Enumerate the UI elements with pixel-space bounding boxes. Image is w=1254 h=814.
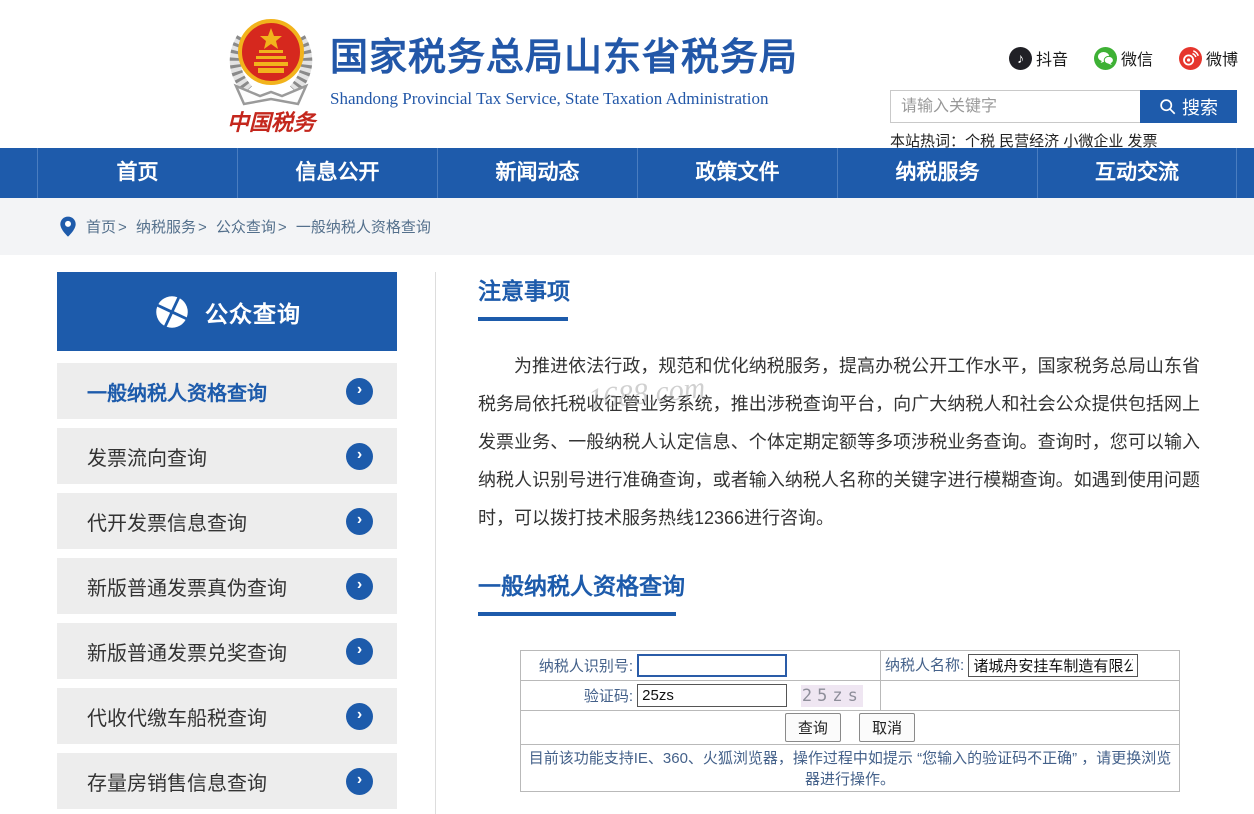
wechat-link[interactable]: 微信 bbox=[1093, 46, 1153, 70]
sidebar-divider bbox=[435, 272, 436, 814]
pinwheel-icon bbox=[156, 295, 188, 328]
site-search: 搜索 bbox=[890, 90, 1237, 123]
weibo-icon bbox=[1178, 46, 1202, 70]
notice-title: 注意事项 bbox=[478, 278, 570, 304]
chevron-right-icon: › bbox=[346, 767, 373, 795]
search-button-label: 搜索 bbox=[1182, 97, 1218, 118]
query-cancel-button[interactable]: 取消 bbox=[859, 713, 916, 742]
site-title-block: 国家税务总局山东省税务局 Shandong Provincial Tax Ser… bbox=[330, 26, 798, 109]
sidebar-item-housing-sales-info-query[interactable]: 存量房销售信息查询 › bbox=[57, 753, 397, 809]
notice-body: 为推进依法行政，规范和优化纳税服务，提高办税公开工作水平，国家税务总局山东省税务… bbox=[478, 356, 1200, 528]
tax-bureau-logo-icon: 中国税务 bbox=[227, 19, 318, 135]
chevron-right-icon: › bbox=[346, 572, 373, 600]
weibo-label: 微博 bbox=[1205, 52, 1238, 69]
sidebar-item-invoice-flow-query[interactable]: 发票流向查询 › bbox=[57, 428, 397, 484]
breadcrumb: 首页 > 纳税服务 > 公众查询 > 一般纳税人资格查询 bbox=[86, 219, 431, 236]
site-header: 中国税务 国家税务总局山东省税务局 Shandong Provincial Ta… bbox=[0, 0, 1254, 150]
query-title-underline bbox=[478, 612, 676, 616]
sidebar-item-invoice-prize-query[interactable]: 新版普通发票兑奖查询 › bbox=[57, 623, 397, 679]
query-form: 纳税人识别号: 纳税人名称: 验证码: 25zs bbox=[520, 650, 1180, 792]
douyin-icon: ♪ bbox=[1008, 46, 1032, 70]
sidebar-item-issued-invoice-info-query[interactable]: 代开发票信息查询 › bbox=[57, 493, 397, 549]
breadcrumb-tax-service[interactable]: 纳税服务 bbox=[136, 219, 196, 236]
social-links: ♪ 抖音 微信 微博 bbox=[1008, 46, 1238, 70]
wechat-icon bbox=[1093, 46, 1117, 70]
douyin-label: 抖音 bbox=[1035, 52, 1068, 69]
sidebar-header: 公众查询 bbox=[57, 272, 397, 351]
svg-text:中国税务: 中国税务 bbox=[227, 110, 318, 135]
breadcrumb-home[interactable]: 首页 bbox=[86, 219, 116, 236]
chevron-right-icon: › bbox=[346, 507, 373, 535]
search-icon bbox=[1160, 99, 1176, 115]
wechat-label: 微信 bbox=[1120, 52, 1153, 69]
breadcrumb-public-query[interactable]: 公众查询 bbox=[216, 219, 276, 236]
sidebar-item-vehicle-vessel-tax-query[interactable]: 代收代缴车船税查询 › bbox=[57, 688, 397, 744]
site-subtitle: Shandong Provincial Tax Service, State T… bbox=[330, 89, 769, 108]
site-title: 国家税务总局山东省税务局 bbox=[330, 37, 799, 79]
main-panel: 注意事项 为推进依法行政，规范和优化纳税服务，提高办税公开工作水平，国家税务总局… bbox=[478, 272, 1200, 814]
notice-title-underline bbox=[478, 317, 568, 321]
douyin-link[interactable]: ♪ 抖音 bbox=[1008, 46, 1068, 70]
search-input[interactable] bbox=[890, 90, 1140, 123]
breadcrumb-current-page: 一般纳税人资格查询 bbox=[295, 219, 431, 236]
nav-item-tax-service[interactable]: 纳税服务 bbox=[837, 148, 1037, 198]
browser-support-note: 目前该功能支持IE、360、火狐浏览器，操作过程中如提示 “您输入的验证码不正确… bbox=[520, 744, 1180, 792]
nav-item-policy[interactable]: 政策文件 bbox=[637, 148, 837, 198]
weibo-link[interactable]: 微博 bbox=[1178, 46, 1238, 70]
results-title: 查询结果 bbox=[520, 810, 1197, 814]
chevron-right-icon: › bbox=[346, 442, 373, 470]
sidebar-title: 公众查询 bbox=[205, 300, 301, 327]
query-section-title: 一般纳税人资格查询 bbox=[478, 573, 685, 599]
sidebar-item-general-taxpayer-query[interactable]: 一般纳税人资格查询 › bbox=[57, 363, 397, 419]
nav-item-info-disclosure[interactable]: 信息公开 bbox=[237, 148, 437, 198]
captcha-label: 验证码: bbox=[583, 688, 633, 705]
results-section: 查询结果 纳税人识别号 纳税人名称 纳税人资格名称 有效期起 有效期止 9137… bbox=[520, 810, 1197, 814]
taxpayer-name-label: 纳税人名称: bbox=[885, 656, 965, 674]
taxpayer-id-label: 纳税人识别号: bbox=[538, 658, 633, 675]
nav-item-home[interactable]: 首页 bbox=[37, 148, 237, 198]
sidebar: 公众查询 一般纳税人资格查询 › 发票流向查询 › 代开发票信息查询 › 新版普… bbox=[57, 272, 397, 814]
taxpayer-id-input[interactable] bbox=[637, 654, 788, 677]
content-area: 公众查询 一般纳税人资格查询 › 发票流向查询 › 代开发票信息查询 › 新版普… bbox=[0, 255, 1254, 814]
nav-item-interaction[interactable]: 互动交流 bbox=[1037, 148, 1237, 198]
captcha-image[interactable]: 25zs bbox=[801, 684, 864, 707]
location-pin-icon bbox=[60, 216, 76, 237]
chevron-right-icon: › bbox=[346, 637, 373, 665]
sidebar-item-invoice-authenticity-query[interactable]: 新版普通发票真伪查询 › bbox=[57, 558, 397, 614]
captcha-input[interactable] bbox=[637, 684, 788, 707]
taxpayer-name-input[interactable] bbox=[968, 654, 1139, 678]
chevron-right-icon: › bbox=[346, 377, 373, 405]
main-nav: 首页 信息公开 新闻动态 政策文件 纳税服务 互动交流 bbox=[0, 148, 1254, 198]
page: 中国税务 国家税务总局山东省税务局 Shandong Provincial Ta… bbox=[0, 0, 1254, 814]
hot-words: 本站热词：个税 民营经济 小微企业 发票 bbox=[890, 133, 1158, 150]
breadcrumb-bar: 首页 > 纳税服务 > 公众查询 > 一般纳税人资格查询 bbox=[0, 198, 1254, 255]
query-submit-button[interactable]: 查询 bbox=[784, 713, 841, 742]
chevron-right-icon: › bbox=[346, 702, 373, 730]
search-button[interactable]: 搜索 bbox=[1140, 90, 1237, 123]
nav-item-news[interactable]: 新闻动态 bbox=[437, 148, 637, 198]
